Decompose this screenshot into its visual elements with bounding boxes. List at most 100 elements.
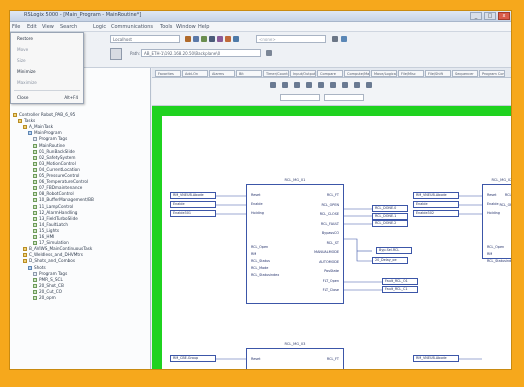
tree-item[interactable]: Program Tags bbox=[33, 271, 67, 277]
auxiliary-tag[interactable]: 20_Delay_oe bbox=[372, 257, 408, 264]
menu-tools[interactable]: Tools bbox=[160, 24, 172, 30]
tree-item[interactable]: 03_MotionControl bbox=[33, 161, 76, 167]
combo-box[interactable]: Localhost bbox=[110, 35, 180, 43]
tree-item[interactable]: D_Shots_and_Combos bbox=[23, 258, 75, 264]
tree-item[interactable]: PMR_S_SCL bbox=[33, 277, 63, 283]
tree-item[interactable]: 10_BufferManagement/BB bbox=[33, 197, 94, 203]
properties-icon[interactable] bbox=[233, 36, 239, 42]
instruction-tab[interactable]: Input/Output bbox=[290, 70, 316, 77]
zoom-selector[interactable] bbox=[324, 94, 364, 101]
auxiliary-tag[interactable]: Byp.Sel.RCL bbox=[376, 247, 412, 254]
input-reference-tag[interactable]: RM_VNEUB.Abode bbox=[413, 192, 459, 199]
output-reference-tag[interactable]: RCL_DONE.1 bbox=[372, 212, 408, 220]
instruction-tab[interactable]: Compute/Math bbox=[344, 70, 370, 77]
tree-item[interactable]: 05_PressureControl bbox=[33, 173, 79, 179]
tree-item[interactable]: 13_FieldTurboSlide bbox=[33, 216, 78, 222]
fbd-oref-icon[interactable] bbox=[294, 82, 300, 88]
go-icon[interactable] bbox=[341, 36, 347, 42]
fbd-icon-8[interactable] bbox=[354, 82, 360, 88]
system-menu-item[interactable]: Size bbox=[17, 58, 26, 63]
function-block[interactable]: RCL_MG_02 Reset Enable Holding RCL_FT RCL_OPE… bbox=[482, 178, 511, 263]
instruction-tab[interactable]: Add-On bbox=[182, 70, 208, 77]
tree-item[interactable]: Program Tags bbox=[33, 136, 67, 142]
fbd-ote-icon[interactable] bbox=[282, 82, 288, 88]
tree-item[interactable]: 06_TemperatureControl bbox=[33, 179, 88, 185]
function-block[interactable]: RCL_MG_03 Reset RCL_FT bbox=[246, 342, 344, 369]
verify-icon[interactable] bbox=[217, 36, 223, 42]
tree-item[interactable]: 20_Shot_CB bbox=[33, 283, 64, 289]
auxiliary-tag[interactable]: Fault_RCL_O1 bbox=[382, 278, 418, 285]
menu-logic[interactable]: Logic bbox=[93, 24, 106, 30]
instruction-tab[interactable]: Compare bbox=[317, 70, 343, 77]
dropdown-arrow-icon[interactable] bbox=[332, 36, 338, 42]
menu-search[interactable]: Search bbox=[60, 24, 77, 30]
tree-item[interactable]: 15_Lights bbox=[33, 228, 59, 234]
tree-item[interactable]: 11_LampControl bbox=[33, 204, 73, 210]
output-reference-tag[interactable]: RCL_DONE.2 bbox=[372, 220, 408, 227]
auxiliary-tag[interactable]: Fault_RCL_C1 bbox=[382, 286, 418, 293]
cut-icon[interactable] bbox=[185, 36, 191, 42]
fbd-icon-5[interactable] bbox=[318, 82, 324, 88]
tree-item[interactable]: C_Weldless_and_DHVMtrs bbox=[23, 252, 83, 258]
tree-item[interactable]: Shots bbox=[28, 265, 46, 271]
input-reference-tag[interactable]: Enable bbox=[170, 201, 216, 208]
instruction-tab[interactable]: Favorites bbox=[155, 70, 181, 77]
fbd-icon-7[interactable] bbox=[342, 82, 348, 88]
fbd-icon-9[interactable] bbox=[366, 82, 372, 88]
instruction-tab[interactable]: File/Shift bbox=[425, 70, 451, 77]
path-browse-icon[interactable] bbox=[266, 50, 272, 56]
input-reference-tag[interactable]: RM_CBE.Group bbox=[170, 355, 216, 362]
instruction-tab[interactable]: Bit bbox=[236, 70, 262, 77]
system-menu-item[interactable]: Move bbox=[17, 47, 28, 52]
tree-item[interactable]: 17_Simulation bbox=[33, 240, 69, 246]
tree-item[interactable]: Tasks bbox=[18, 118, 35, 124]
menu-help[interactable]: Help bbox=[198, 24, 209, 30]
input-reference-tag[interactable]: RM_VNEUB.Abode bbox=[413, 355, 459, 362]
menu-window[interactable]: Window bbox=[176, 24, 196, 30]
instruction-tab[interactable]: Move/Logical bbox=[371, 70, 397, 77]
tree-item[interactable]: 20_opm bbox=[33, 295, 56, 301]
tree-item[interactable]: MainRoutine bbox=[33, 143, 65, 149]
tree-item[interactable]: 20_Cut_CO bbox=[33, 289, 62, 295]
fbd-icon-6[interactable] bbox=[330, 82, 336, 88]
menu-view[interactable]: View bbox=[42, 24, 54, 30]
close-button[interactable]: x bbox=[498, 12, 510, 20]
zoom-icon[interactable] bbox=[225, 36, 231, 42]
minimize-button[interactable]: _ bbox=[470, 12, 482, 20]
tree-item[interactable]: 14_FaultLatch bbox=[33, 222, 68, 228]
tree-item[interactable]: MainProgram bbox=[28, 130, 62, 136]
sheet-selector[interactable] bbox=[280, 94, 320, 101]
maximize-button[interactable]: □ bbox=[484, 12, 496, 20]
find-icon[interactable] bbox=[209, 36, 215, 42]
system-menu-item[interactable]: Minimize bbox=[17, 69, 36, 74]
fbd-icon-4[interactable] bbox=[306, 82, 312, 88]
output-reference-tag[interactable]: RCL_DONE.0 bbox=[372, 205, 408, 212]
search-box[interactable]: <none> bbox=[256, 35, 326, 43]
path-field[interactable]: AB_ETH-1\192.168.20.50\Backplane\0 bbox=[141, 49, 261, 57]
instruction-tab[interactable]: Timer/Counter bbox=[263, 70, 289, 77]
input-reference-tag[interactable]: Enable302 bbox=[413, 210, 459, 217]
tree-item[interactable]: 01_RunBackSlide bbox=[33, 149, 75, 155]
tree-item[interactable]: 12_AlarmHandling bbox=[33, 210, 77, 216]
menu-communications[interactable]: Communications bbox=[111, 24, 153, 30]
input-reference-tag[interactable]: Enable bbox=[413, 201, 459, 208]
system-menu-item[interactable]: Close bbox=[17, 95, 28, 100]
instruction-tab[interactable]: Sequencer bbox=[452, 70, 478, 77]
system-menu-item[interactable]: Maximize bbox=[17, 80, 37, 85]
copy-icon[interactable] bbox=[193, 36, 199, 42]
tree-item[interactable]: 16_HMI bbox=[33, 234, 54, 240]
instruction-tab[interactable]: File/Misc bbox=[398, 70, 424, 77]
paste-icon[interactable] bbox=[201, 36, 207, 42]
fbd-canvas[interactable]: RCL_MG_01 Reset Enable Holding RCL_FT RCL_OPE… bbox=[152, 106, 511, 369]
tree-item[interactable]: 08_RobotControl bbox=[33, 191, 74, 197]
input-reference-tag[interactable]: RM_VNEUB.Abode bbox=[170, 192, 216, 199]
function-block[interactable]: RCL_MG_01 Reset Enable Holding RCL_FT RCL_OPE… bbox=[246, 178, 344, 304]
tree-item[interactable]: 02_SafetySystem bbox=[33, 155, 75, 161]
instruction-tab[interactable]: Alarms bbox=[209, 70, 235, 77]
fbd-ref-icon[interactable] bbox=[270, 82, 276, 88]
system-menu-item[interactable]: Restore bbox=[17, 36, 33, 41]
tree-item[interactable]: A_MainTask bbox=[23, 124, 53, 130]
input-reference-tag[interactable]: Enable301 bbox=[170, 210, 216, 217]
menu-edit[interactable]: Edit bbox=[27, 24, 37, 30]
tree-item[interactable]: 07_FBDmaintenance bbox=[33, 185, 82, 191]
